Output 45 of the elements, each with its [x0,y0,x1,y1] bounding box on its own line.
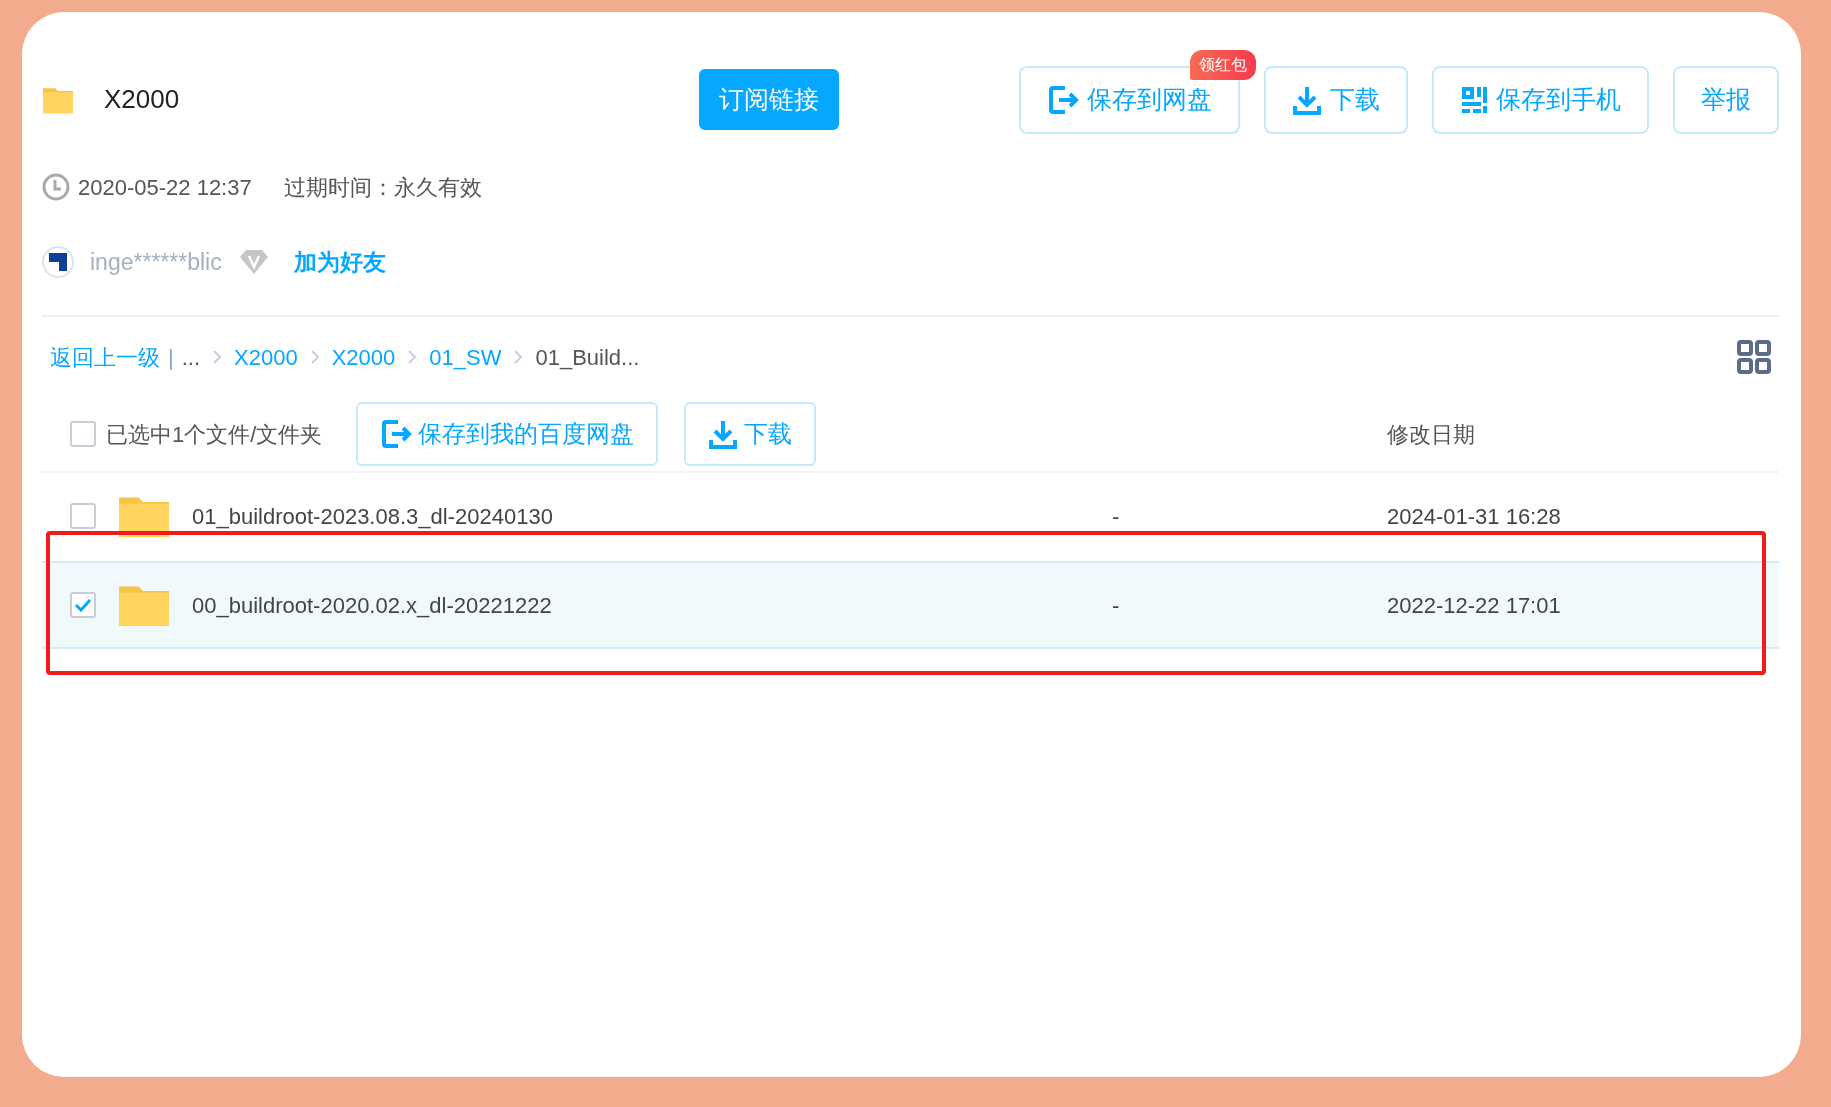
export-icon [1047,83,1079,116]
column-header: 修改日期 [1387,420,1475,449]
user-name: inge******blic [90,247,222,277]
size-cell: - [1112,503,1120,529]
chevron-icon [513,349,524,365]
download-button[interactable]: 下载 [1264,65,1408,134]
chevron-icon [212,349,223,365]
expiry-text: 过期时间：永久有效 [283,173,482,202]
breadcrumb-text: ... [181,343,201,372]
size-cell: - [1112,592,1120,618]
checkbox[interactable] [70,421,96,447]
export-icon [380,418,413,450]
report-button[interactable]: 举报 [1673,65,1779,134]
add-friend-link[interactable]: 加为好友 [293,244,386,280]
upload-date: 2020-05-22 12:37 [78,173,252,202]
download-button[interactable]: 下载 [684,402,817,466]
checkbox[interactable] [70,592,96,618]
breadcrumb-text: 01_Build... [535,343,640,372]
chevron-icon [309,349,320,365]
breadcrumb-link[interactable]: X2000 [234,340,298,374]
diamond-v-icon [237,248,270,276]
selection-label: 已选中1个文件/文件夹 [106,420,323,449]
save-button[interactable]: 保存到手机 [1432,65,1649,134]
file-name: 01_buildroot-2023.08.3_dl-20240130 [192,502,553,531]
clock-icon [42,173,70,201]
date-cell-text: 2022-12-22 17:01 [1387,591,1561,620]
separator-text: | [168,343,174,372]
checkmark-icon [74,598,92,612]
breadcrumb-link[interactable]: 01_SW [429,340,502,374]
avatar-icon [42,246,74,278]
back-link[interactable]: 返回上一级 [50,340,160,374]
save-button[interactable]: 保存到我的百度网盘 [356,402,659,466]
date-cell-text: 2024-01-31 16:28 [1387,502,1561,531]
folder-icon [42,85,74,114]
folder-title: X2000 [104,83,180,116]
breadcrumb-link[interactable]: X2000 [331,340,396,374]
file-name: 00_buildroot-2020.02.x_dl-20221222 [192,591,552,620]
subscribe-button[interactable]: 订阅链接 [699,68,840,131]
promo-badge: 领红包 [1190,49,1256,80]
checkbox[interactable] [70,503,96,529]
grid-view-icon[interactable] [1737,340,1771,374]
download-icon [708,418,739,450]
qr-code-icon [1460,84,1488,115]
file-row[interactable]: 00_buildroot-2020.02.x_dl-20221222 - 2022-12-22 17:01 [42,561,1779,649]
chevron-icon [407,349,418,365]
